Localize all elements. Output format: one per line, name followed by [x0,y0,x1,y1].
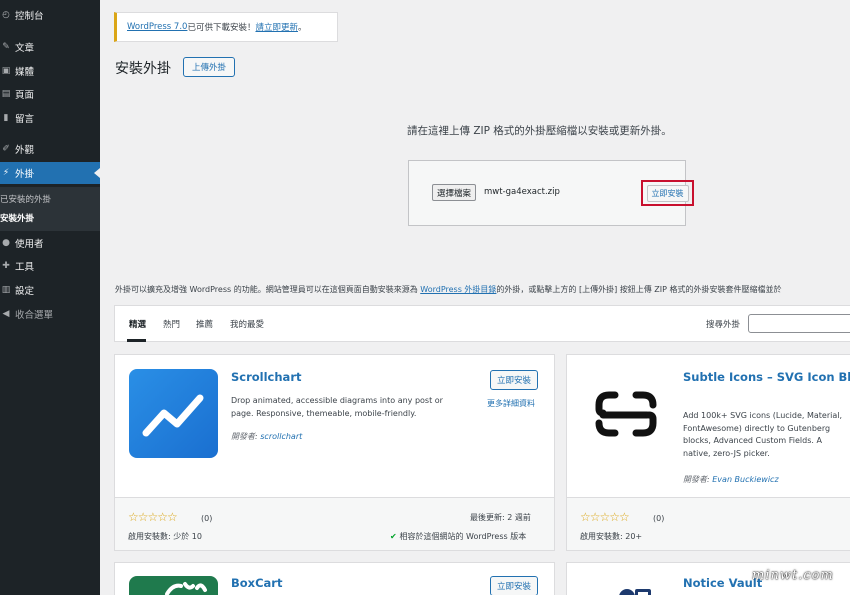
install-now-button[interactable]: 立即安裝 [490,370,539,390]
submenu-add-plugins[interactable]: 安裝外掛 [0,212,34,224]
sidebar-item-label: 頁面 [15,90,35,101]
rating-count: (0) [653,514,665,523]
last-updated: 最後更新: 2 週前 [470,513,531,522]
description-text-1: 外掛可以擴充及增強 WordPress 的功能。網站管理員可以在這個頁面自動安裝… [115,285,421,294]
tab-popular[interactable]: 熱門 [163,318,180,330]
upload-plugin-button[interactable]: 上傳外掛 [183,57,236,77]
plugins-description: 外掛可以擴充及增強 WordPress 的功能。網站管理員可以在這個頁面自動安裝… [115,284,782,295]
notice-end: 。 [297,23,307,33]
author-link[interactable]: scrollchart [260,432,302,441]
plugins-submenu: 已安裝的外掛 安裝外掛 [0,187,100,231]
plugin-description: Add 100k+ SVG icons (Lucide, Material, F… [683,411,843,458]
check-icon: ✔ [390,532,400,541]
plugin-title[interactable]: Notice Vault [683,576,762,591]
watermark: minwt.com [752,568,834,583]
dashboard-icon: ◴ [2,10,10,20]
tab-favorites[interactable]: 我的最愛 [230,318,264,330]
sidebar-item-label: 工具 [15,262,35,273]
plugin-card-boxcart [114,562,555,595]
brush-icon: ✐ [2,144,10,154]
sidebar-item-label: 外觀 [15,145,35,156]
active-installs: 啟用安裝數: 20+ [580,532,643,541]
tab-featured[interactable]: 精選 [129,318,146,330]
more-details-link[interactable]: 更多詳細資料 [487,398,535,409]
collapse-icon: ◀ [2,309,10,319]
plugin-title[interactable]: Scrollchart [231,370,302,385]
plugin-author: 開發者: Evan Buckiewicz [683,474,779,485]
pin-icon: ✎ [2,42,10,52]
sidebar-item-pages[interactable]: ▤ 頁面 [0,83,100,105]
subtle-icons-logo[interactable] [581,369,670,458]
media-icon: ▣ [1,66,11,76]
settings-icon: ▥ [1,285,11,295]
wrench-icon: ✚ [2,261,10,271]
rating-count: (0) [201,514,213,523]
leaf-icon [165,582,207,595]
plugin-description: Drop animated, accessible diagrams into … [231,396,443,418]
page-icon: ▤ [1,89,11,99]
active-installs: 啟用安裝數: 少於 10 [128,532,202,541]
chart-line-icon [142,394,204,437]
sidebar-item-users[interactable]: ● 使用者 [0,232,100,254]
sidebar-collapse-menu[interactable]: ◀ 收合選單 [0,303,100,325]
card-footer [115,497,554,550]
sidebar-item-label: 控制台 [15,11,44,22]
sidebar-item-media[interactable]: ▣ 媒體 [0,60,100,82]
install-now-highlight: 立即安裝 [641,180,694,206]
comment-icon: ▮ [3,113,9,123]
sidebar-item-appearance[interactable]: ✐ 外觀 [0,138,100,160]
admin-sidebar: ◴ 控制台 ✎ 文章 ▣ 媒體 ▤ 頁面 ▮ 留言 ✐ 外觀 ⚡ 外掛 已安裝的外掛 安裝外掛… [0,0,100,595]
notice-text: 已可供下載安裝！ [187,23,256,33]
install-now-button[interactable]: 立即安裝 [490,576,539,595]
sidebar-item-posts[interactable]: ✎ 文章 [0,36,100,58]
plugin-title[interactable]: Subtle Icons – SVG Icon Block, Icon Pick… [683,370,850,385]
sidebar-item-label: 設定 [15,286,35,297]
active-tab-indicator [127,339,146,342]
plugin-author: 開發者: scrollchart [231,431,302,442]
scrollchart-logo[interactable] [129,369,218,458]
author-link[interactable]: Evan Buckiewicz [712,475,778,484]
sidebar-item-label: 留言 [15,114,35,125]
author-prefix: 開發者: [231,432,261,441]
vault-icon[interactable] [617,585,657,595]
boxcart-logo[interactable] [129,576,218,595]
sidebar-item-label: 媒體 [15,67,35,78]
rating-stars: ☆☆☆☆☆ [128,510,178,524]
plugin-title[interactable]: BoxCart [231,576,282,591]
tab-recommended[interactable]: 推薦 [196,318,213,330]
sidebar-item-settings[interactable]: ▥ 設定 [0,279,100,301]
choose-file-button[interactable]: 選擇檔案 [432,184,477,201]
search-label: 搜尋外掛 [706,320,741,330]
sidebar-item-label: 文章 [15,43,35,54]
plugin-icon: ⚡ [2,168,10,178]
sidebar-item-tools[interactable]: ✚ 工具 [0,255,100,277]
user-icon: ● [2,238,10,248]
search-plugins-input[interactable] [748,314,850,333]
wordpress-version-link[interactable]: WordPress 7.0 [127,22,187,32]
sidebar-item-plugins[interactable]: ⚡ 外掛 [0,162,100,184]
selected-file-name: mwt-ga4exact.zip [484,187,560,197]
author-prefix: 開發者: [683,475,713,484]
sidebar-item-label: 外掛 [15,169,35,180]
sidebar-item-comments[interactable]: ▮ 留言 [0,107,100,129]
update-now-link[interactable]: 請立即更新 [255,21,298,33]
sidebar-item-dashboard[interactable]: ◴ 控制台 [0,4,100,26]
compatibility-text: 相容於這個網站的 WordPress 版本 [399,532,527,541]
sidebar-item-label: 收合選單 [15,310,54,321]
compatibility: ✔ 相容於這個網站的 WordPress 版本 [390,531,526,542]
rating-stars: ☆☆☆☆☆ [580,510,630,524]
plugin-directory-link[interactable]: WordPress 外掛目錄 [420,285,496,294]
subtle-s-icon [595,391,657,437]
sidebar-item-label: 使用者 [15,239,44,250]
submenu-installed-plugins[interactable]: 已安裝的外掛 [0,193,51,205]
upload-help-text: 請在這裡上傳 ZIP 格式的外掛壓縮檔以安裝或更新外掛。 [407,125,672,137]
update-notice: WordPress 7.0 已可供下載安裝！ 請立即更新 。 [114,12,338,42]
install-now-button[interactable]: 立即安裝 [646,184,689,202]
page-title: 安裝外掛 [115,61,171,77]
description-text-2: 的外掛，或點擊上方的 [上傳外掛] 按鈕上傳 ZIP 格式的外掛安裝套件壓縮檔並… [496,285,782,294]
